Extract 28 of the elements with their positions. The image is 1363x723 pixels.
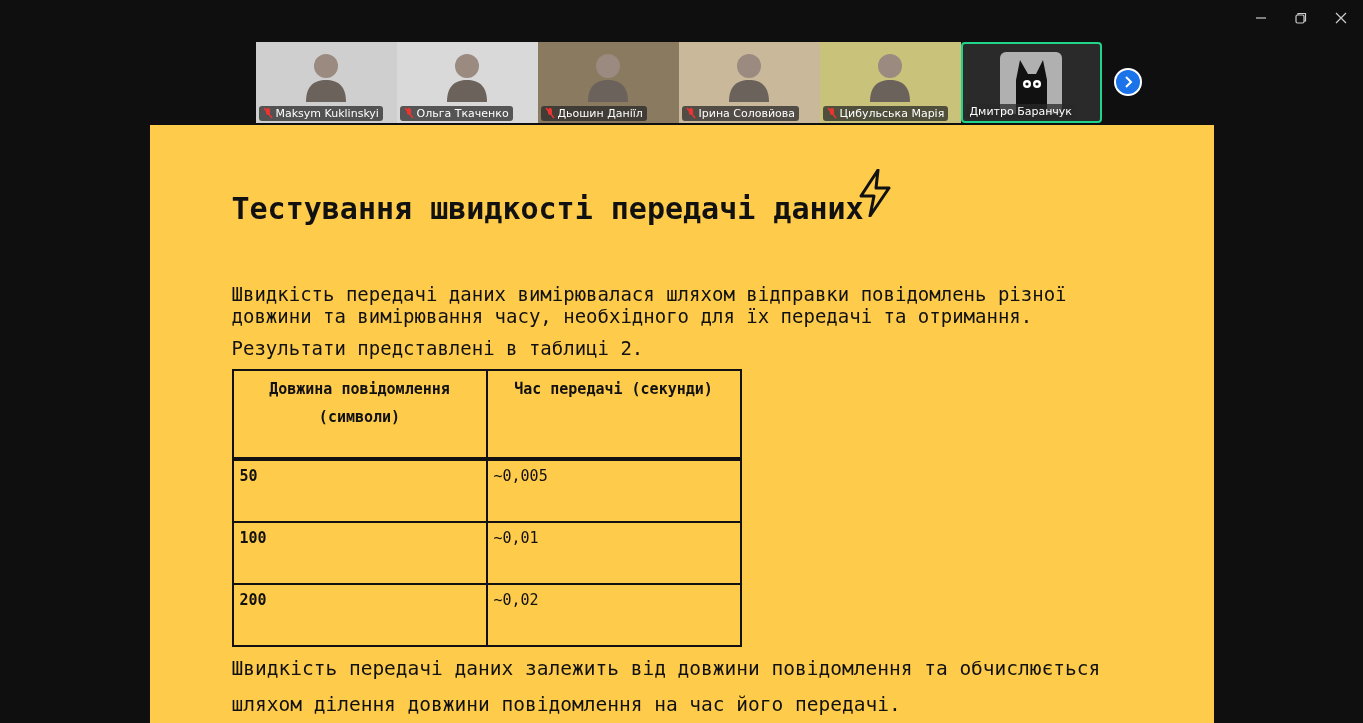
video-placeholder[interactable]: Цибульська Марія [819,41,961,123]
participant-name: Дьошин Даніїл [557,106,643,120]
slide-title: Тестування швидкості передачі даних [231,191,864,227]
participant-name: Ірина Соловйова [698,106,796,120]
table-cell: 100 [232,522,487,584]
participant-name: Цибульська Марія [839,106,945,120]
video-placeholder[interactable]: Ольга Ткаченко [396,41,538,123]
table-cell: ~0,02 [486,584,741,646]
participant-name: Дмитро Баранчук [969,104,1072,118]
video-placeholder[interactable]: Дьошин Даніїл [537,41,679,123]
avatar-tile[interactable]: Дмитро Баранчук [960,41,1102,123]
restore-icon[interactable] [1295,11,1307,24]
table-cell: ~0,005 [486,459,741,522]
body-paragraph: Швидкість передачі даних залежить від довжини повідомлення та обчислюється шляхом ділення довжини повідомлення на час його передачі. [231,656,1102,718]
column-header: Довжина повідомлення (символи) [232,370,487,459]
video-placeholder[interactable]: Maksym Kuklinskyi [255,41,397,123]
table-cell: 50 [232,459,487,522]
column-header: Час передачі (секунди) [486,370,741,459]
body-paragraph: Швидкість передачі даних вимірювалася шляхом відправки повідомлень різної довжини та вимірювання часу, необхідного для їх передачі та отримання. [231,283,1068,327]
participant-name: Maksym Kuklinskyi [275,106,379,120]
table-cell: 200 [232,584,487,646]
video-placeholder[interactable]: Ірина Соловйова [678,41,820,123]
participant-name: Ольга Ткаченко [416,106,509,120]
next-page-button[interactable] [1113,68,1142,97]
close-icon[interactable] [1335,11,1347,24]
table-cell: ~0,01 [486,522,741,584]
body-paragraph: Результати представлені в таблиці 2. [231,337,645,359]
chevron-right-icon [1122,76,1133,89]
